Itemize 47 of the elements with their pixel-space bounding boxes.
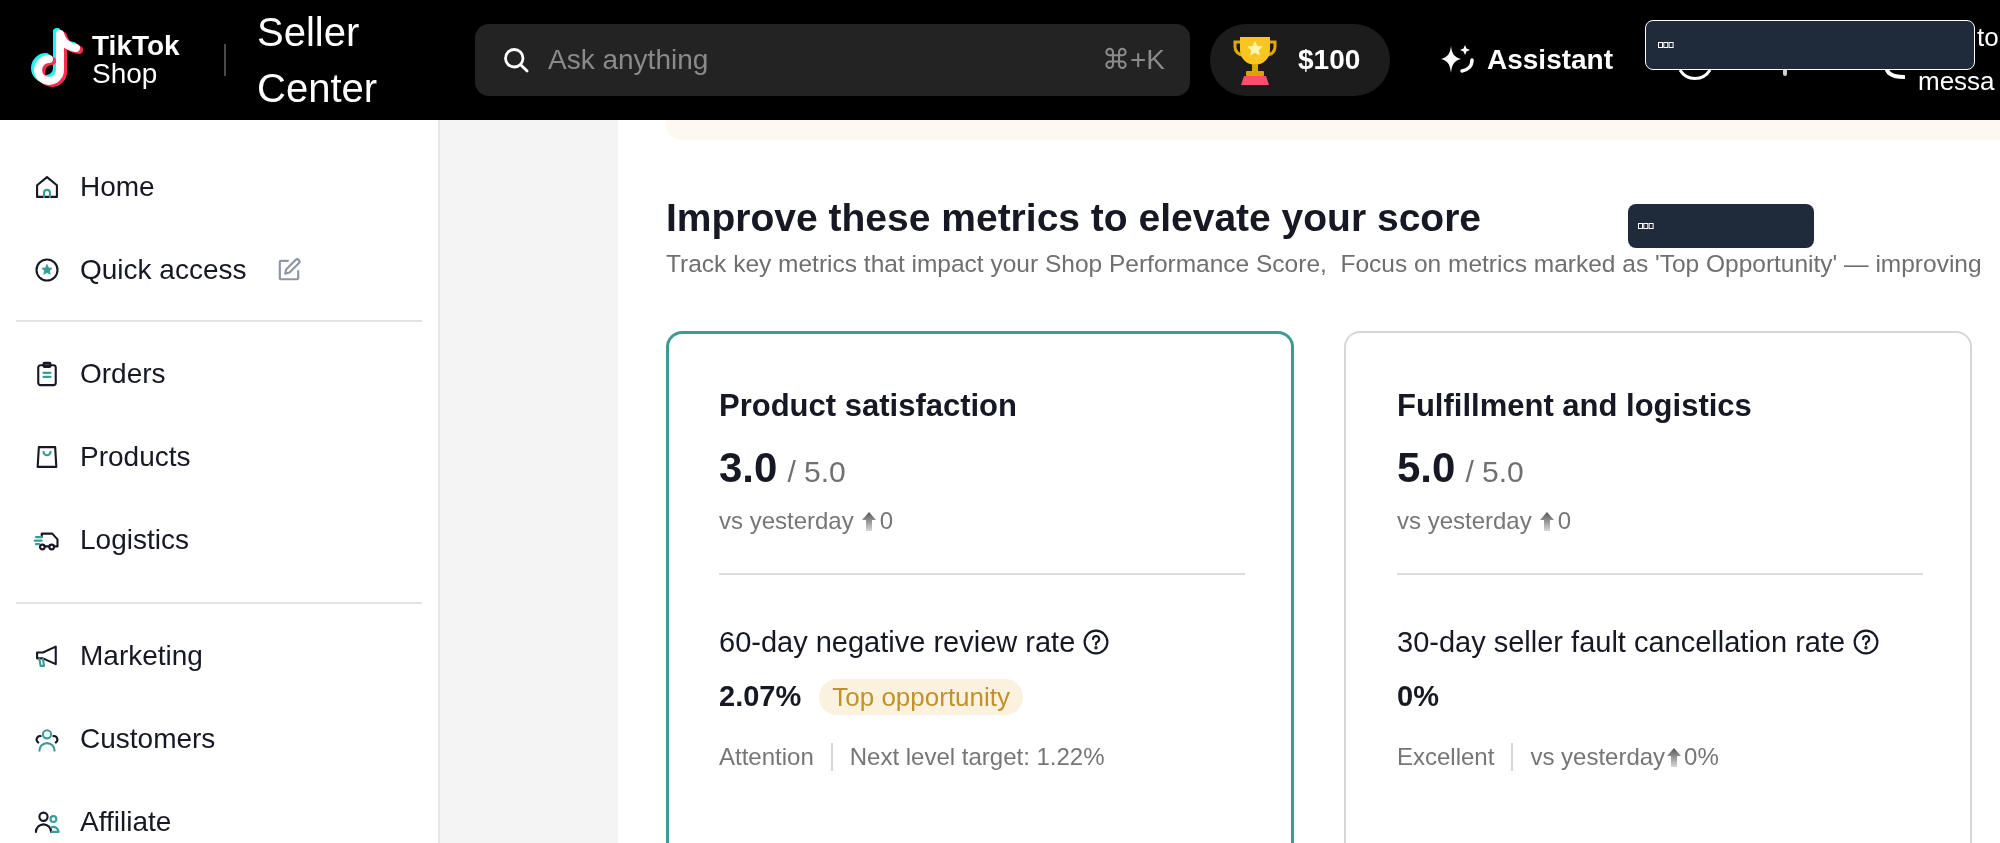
section-heading: Improve these metrics to elevate your score	[666, 195, 1482, 241]
app-title: Seller Center	[257, 9, 379, 112]
sidebar-item[interactable]: Quick access	[16, 250, 422, 290]
change-value: 0%	[1684, 742, 1719, 772]
change-label: vs yesterday	[1397, 506, 1532, 536]
opportunity-tag: Top opportunity	[819, 679, 1024, 715]
metric-value: 0%	[1397, 679, 1439, 715]
card-title: Fulfillment and logistics	[1397, 387, 1752, 425]
sidebar-item[interactable]: Affiliate	[16, 802, 422, 842]
partial-text: to	[1977, 22, 1999, 52]
score-max: / 5.0	[787, 454, 846, 490]
status-label: Excellent	[1397, 742, 1495, 772]
reward-button[interactable]: $100	[1210, 24, 1390, 96]
glyph-boxes-icon	[1658, 42, 1674, 48]
status-label: Attention	[719, 742, 814, 772]
house-icon	[33, 173, 61, 201]
help-icon[interactable]	[1083, 629, 1110, 655]
change-label: vs yesterday	[719, 506, 854, 536]
score-value: 5.0	[1397, 443, 1456, 493]
metric-name: 30-day seller fault cancellation rate	[1397, 625, 1846, 660]
change-value: 0	[879, 506, 894, 536]
star-circle-icon	[33, 256, 61, 284]
change-label: vs yesterday	[1530, 742, 1666, 772]
card-title: Product satisfaction	[719, 387, 1017, 425]
sidebar-item[interactable]: Home	[16, 167, 422, 207]
sidebar-item[interactable]: Marketing	[16, 636, 422, 676]
logo-text: TikTok	[92, 32, 180, 60]
target-text: Next level target: 1.22%	[849, 742, 1105, 772]
score-value: 3.0	[719, 443, 778, 493]
assistant-button[interactable]: Assistant	[1438, 30, 1618, 90]
shortcut-hint: ⌘+K	[1101, 43, 1165, 77]
search-input[interactable]: Ask anything	[548, 39, 1084, 81]
metric-name: 60-day negative review rate	[719, 625, 1076, 660]
sidebar-item[interactable]: Products	[16, 437, 422, 477]
partial-text: messa	[1918, 66, 1995, 96]
sidebar-item[interactable]: Customers	[16, 719, 422, 759]
section-description: Track key metrics that impact your Shop Performance Score, Focus on metrics marked as 'Top Opportunity' — improving	[666, 250, 1982, 278]
change-value: 0	[1557, 506, 1572, 536]
glyph-boxes-icon	[1638, 223, 1654, 229]
help-icon[interactable]	[1853, 629, 1880, 655]
search-icon	[502, 46, 530, 74]
score-max: / 5.0	[1465, 454, 1524, 490]
sidebar-item[interactable]: Logistics	[16, 520, 422, 560]
search-bar[interactable]: Ask anything ⌘+K	[475, 24, 1190, 96]
logo-text: Shop	[92, 60, 158, 88]
metric-value: 2.07%	[719, 679, 802, 715]
sidebar-item[interactable]: Orders	[16, 354, 422, 394]
